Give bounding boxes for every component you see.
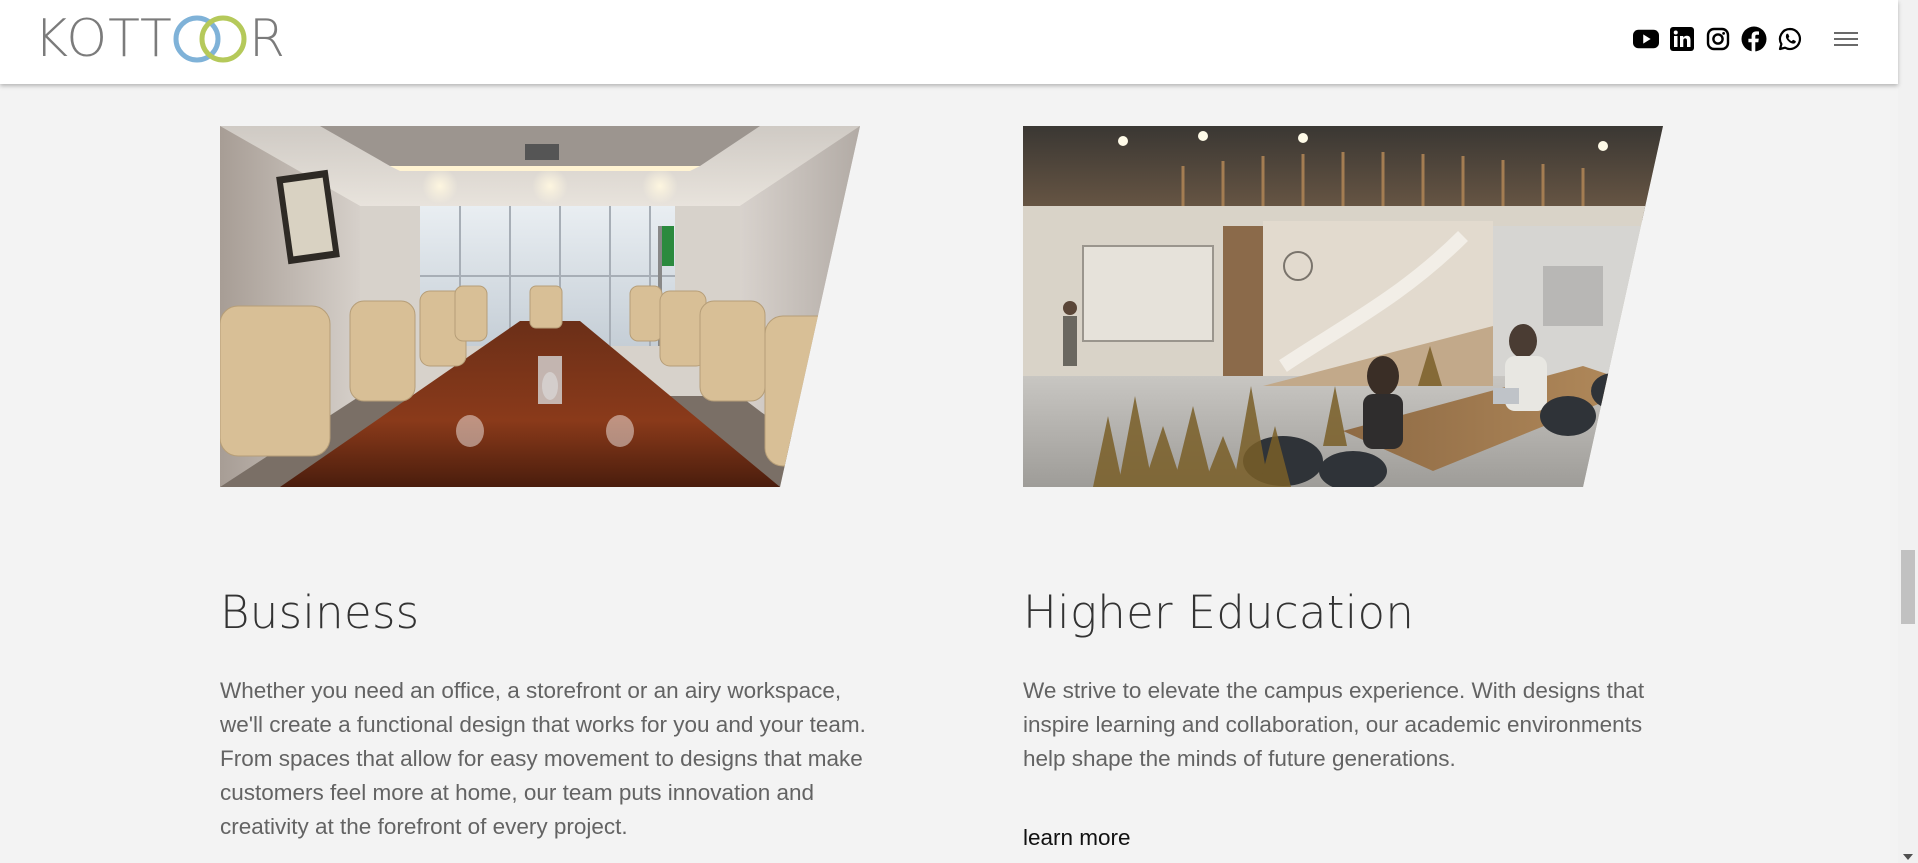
facebook-icon[interactable] [1741,26,1767,52]
card-title: Higher Education [1023,586,1415,639]
social-links [1633,26,1803,52]
scroll-down-arrow-icon[interactable] [1903,854,1913,860]
instagram-icon[interactable] [1705,26,1731,52]
page-scrollbar[interactable] [1898,0,1918,863]
card-description: We strive to elevate the campus experien… [1023,678,1645,771]
linkedin-icon[interactable] [1669,26,1695,52]
card-title: Business [220,586,420,639]
site-header: KOTT R [0,0,1898,84]
higher-education-image [1023,126,1663,487]
scrollbar-thumb[interactable] [1901,550,1915,624]
card-business: Business Whether you need an office, a s… [220,126,870,839]
youtube-icon[interactable] [1633,26,1659,52]
hamburger-menu-icon[interactable] [1834,28,1858,50]
page: KOTT R Business Whether you need an offi… [0,0,1918,863]
logo-text-pre: KOTT [34,9,173,69]
business-image [220,126,860,487]
whatsapp-icon[interactable] [1777,26,1803,52]
learn-more-link[interactable]: learn more [1023,825,1131,851]
logo-text-post: R [248,9,286,69]
logo-rings-icon [173,15,247,63]
card-description: Whether you need an office, a storefront… [220,678,866,839]
kottoor-logo[interactable]: KOTT R [34,12,286,66]
card-higher-education: Higher Education We strive to elevate th… [1023,126,1673,850]
